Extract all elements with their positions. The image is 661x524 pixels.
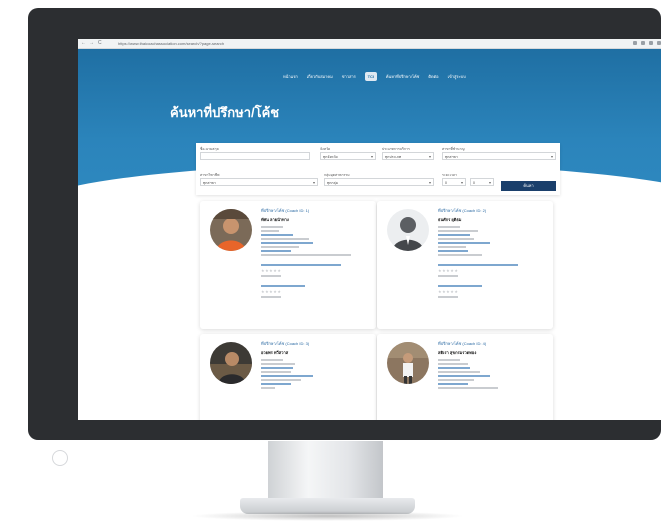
extension-icon[interactable] <box>633 41 637 45</box>
expertise-select[interactable]: ทุกสาขา ▾ <box>442 152 556 160</box>
coach-avatar <box>387 342 429 384</box>
coach-avatar <box>210 209 252 251</box>
duration-from-select[interactable]: 0 ▾ <box>442 178 466 186</box>
province-select[interactable]: ทุกจังหวัด ▾ <box>320 152 376 160</box>
monitor-stand-neck <box>268 441 383 501</box>
industry-select[interactable]: ทุกกลุ่ม ▾ <box>324 178 434 186</box>
rating-stars: ★★★★★ <box>438 268 459 273</box>
rating-stars: ★★★★★ <box>261 289 282 294</box>
coach-name: สติเรา สุขกรมรวดทอง <box>438 350 477 355</box>
address-bar[interactable]: https://www.thaicoachassociation.com/sea… <box>118 41 224 46</box>
search-button[interactable]: ค้นหา <box>501 181 556 191</box>
industry-value: ทุกกลุ่ม <box>327 181 338 185</box>
name-input[interactable] <box>200 152 310 160</box>
coach-name: ธนศักร ยุติธม <box>438 217 462 222</box>
extension-icon[interactable] <box>641 41 645 45</box>
coach-name: อวยพร ทวีสวาส <box>261 350 289 355</box>
profession-select[interactable]: ทุกสาขา ▾ <box>200 178 318 186</box>
coach-card[interactable]: ที่ปรึกษา/โค้ช (Coach ID: 3) อวยพร ทวีสว… <box>200 334 376 420</box>
duration-to-select[interactable]: 0 ▾ <box>470 178 494 186</box>
chevron-down-icon: ▾ <box>460 180 463 185</box>
coach-avatar <box>210 342 252 384</box>
chevron-down-icon: ▾ <box>428 180 431 185</box>
nav-item-login[interactable]: เข้าสู่ระบบ <box>448 73 466 80</box>
nav-item-about[interactable]: เกี่ยวกับสมาคม <box>307 73 333 80</box>
coach-details: ที่ปรึกษา/โค้ช (Coach ID: 4) สติเรา สุขก… <box>438 340 548 391</box>
coach-details: ที่ปรึกษา/โค้ช (Coach ID: 1) ทัศน ลายนำท… <box>261 207 371 300</box>
forward-icon[interactable]: → <box>89 40 94 46</box>
coach-card[interactable]: ที่ปรึกษา/โค้ช (Coach ID: 1) ทัศน ลายนำท… <box>200 201 376 329</box>
profession-value: ทุกสาขา <box>203 181 216 185</box>
search-form: ชื่อ-นามสกุล จังหวัด ทุกจังหวัด ▾ ประเภทก… <box>196 143 560 195</box>
expertise-value: ทุกสาขา <box>445 155 458 159</box>
chevron-down-icon: ▾ <box>312 180 315 185</box>
chevron-down-icon: ▾ <box>488 180 491 185</box>
coach-card[interactable]: ที่ปรึกษา/โค้ช (Coach ID: 4) สติเรา สุขก… <box>377 334 553 420</box>
coach-name: ทัศน ลายนำทาง <box>261 217 289 222</box>
coach-id[interactable]: ที่ปรึกษา/โค้ช (Coach ID: 4) <box>438 340 548 347</box>
duration-to-value: 0 <box>473 181 475 185</box>
chat-icon <box>52 450 68 466</box>
nav-item-home[interactable]: หน้าแรก <box>283 73 298 80</box>
coach-card[interactable]: ที่ปรึกษา/โค้ช (Coach ID: 2) ธนศักร ยุติ… <box>377 201 553 329</box>
nav-item-contact[interactable]: ติดต่อ <box>428 73 438 80</box>
rating-stars: ★★★★★ <box>438 289 459 294</box>
coach-avatar <box>387 209 429 251</box>
coach-id[interactable]: ที่ปรึกษา/โค้ช (Coach ID: 1) <box>261 207 371 214</box>
monitor-frame: ← → C https://www.thaicoachassociation.c… <box>28 8 661 440</box>
duration-from-value: 0 <box>445 181 447 185</box>
service-select[interactable]: ทุกประเภท ▾ <box>382 152 434 160</box>
page-title: ค้นหาที่ปรึกษา/โค้ช <box>170 105 280 120</box>
chevron-down-icon: ▾ <box>428 154 431 159</box>
monitor-screen: ← → C https://www.thaicoachassociation.c… <box>78 39 661 420</box>
reload-icon[interactable]: C <box>98 40 102 46</box>
nav-item-find-coach[interactable]: ค้นหาที่ปรึกษา/โค้ช <box>386 73 420 80</box>
extension-icon[interactable] <box>649 41 653 45</box>
nav-item-news[interactable]: ข่าวสาร <box>342 73 356 80</box>
site-logo[interactable]: TCI <box>364 72 377 81</box>
chevron-down-icon: ▾ <box>370 154 373 159</box>
top-navigation: หน้าแรก เกี่ยวกับสมาคม ข่าวสาร TCI ค้นหา… <box>283 72 466 81</box>
province-value: ทุกจังหวัด <box>323 155 338 159</box>
coach-id[interactable]: ที่ปรึกษา/โค้ช (Coach ID: 2) <box>438 207 548 214</box>
coach-details: ที่ปรึกษา/โค้ช (Coach ID: 3) อวยพร ทวีสว… <box>261 340 371 391</box>
coach-id[interactable]: ที่ปรึกษา/โค้ช (Coach ID: 3) <box>261 340 371 347</box>
service-value: ทุกประเภท <box>385 155 402 159</box>
extension-icon[interactable] <box>657 41 661 45</box>
back-icon[interactable]: ← <box>81 40 86 46</box>
chevron-down-icon: ▾ <box>550 154 553 159</box>
coach-details: ที่ปรึกษา/โค้ช (Coach ID: 2) ธนศักร ยุติ… <box>438 207 548 300</box>
rating-stars: ★★★★★ <box>261 268 282 273</box>
browser-toolbar: ← → C https://www.thaicoachassociation.c… <box>78 39 661 49</box>
monitor-shadow <box>190 511 465 521</box>
